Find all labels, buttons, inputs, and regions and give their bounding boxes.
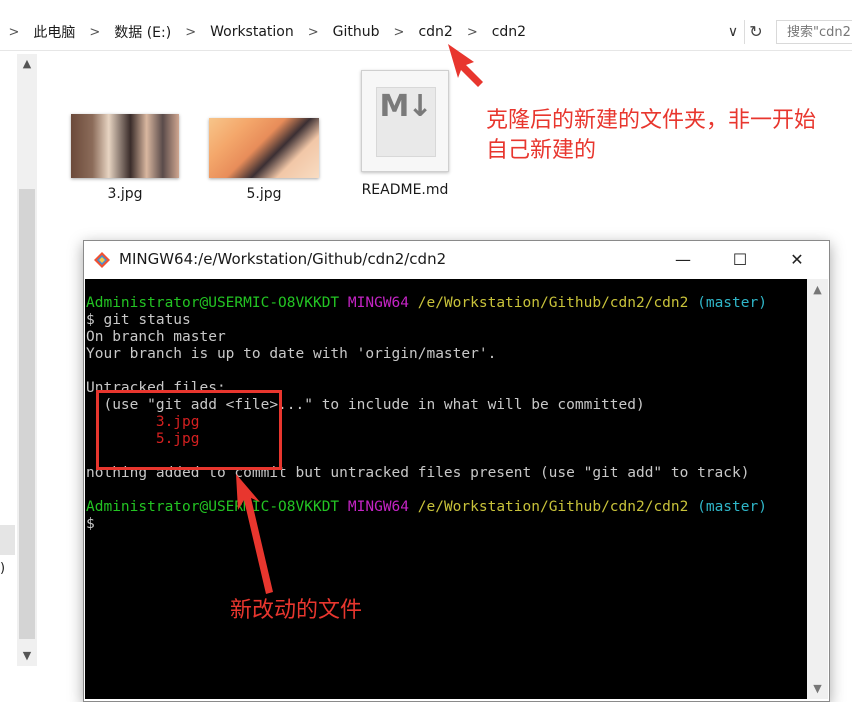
scroll-up-icon[interactable]: ▲ [17, 54, 37, 74]
terminal-scrollbar[interactable]: ▲ ▼ [807, 279, 828, 699]
image-thumbnail [71, 114, 179, 178]
minimize-button[interactable]: — [654, 241, 712, 278]
breadcrumb: > 此电脑 > 数据 (E:) > Workstation > Github >… [0, 20, 740, 44]
terminal-titlebar[interactable]: MINGW64:/e/Workstation/Github/cdn2/cdn2 … [84, 241, 829, 278]
breadcrumb-separator[interactable]: > [296, 25, 331, 40]
file-item-readme[interactable]: M↓ README.md [345, 70, 465, 198]
command-line: $ git status [86, 312, 191, 328]
terminal-output[interactable]: Administrator@USERMIC-O8VKKDT MINGW64 /e… [85, 279, 807, 699]
scroll-up-icon[interactable]: ▲ [807, 283, 828, 296]
search-input[interactable]: 搜索"cdn2" [776, 20, 852, 44]
file-name: 5.jpg [246, 186, 282, 202]
breadcrumb-item-cdn2-current[interactable]: cdn2 [490, 24, 528, 40]
file-item-5jpg[interactable]: 5.jpg [204, 118, 324, 202]
refresh-icon[interactable]: ↻ [744, 20, 767, 44]
address-history-dropdown[interactable]: ∨ [723, 22, 743, 42]
git-bash-icon [94, 252, 110, 268]
cursor-line: $ [86, 516, 95, 532]
scroll-down-icon[interactable]: ▼ [807, 682, 828, 695]
output-line: Your branch is up to date with 'origin/m… [86, 346, 497, 362]
highlight-box [96, 390, 282, 470]
close-button[interactable]: ✕ [768, 241, 826, 278]
file-name: README.md [361, 182, 449, 198]
breadcrumb-separator[interactable]: > [382, 25, 417, 40]
file-item-3jpg[interactable]: 3.jpg [65, 114, 185, 202]
breadcrumb-separator[interactable]: > [173, 25, 208, 40]
breadcrumb-item-cdn2[interactable]: cdn2 [416, 24, 454, 40]
breadcrumb-item-drive-e[interactable]: 数据 (E:) [112, 22, 173, 42]
markdown-file-icon: M↓ [361, 70, 449, 172]
annotation-changed-files-note: 新改动的文件 [230, 598, 363, 623]
annotation-clone-note: 克隆后的新建的文件夹，非一开始 自己新建的 [486, 108, 817, 163]
breadcrumb-item-workstation[interactable]: Workstation [208, 24, 296, 40]
breadcrumb-item-github[interactable]: Github [331, 24, 382, 40]
breadcrumb-separator[interactable]: > [6, 25, 31, 40]
nav-pane-scrollbar[interactable]: ▲ ▼ [17, 54, 37, 666]
address-bar: > 此电脑 > 数据 (E:) > Workstation > Github >… [0, 14, 852, 51]
breadcrumb-item-this-pc[interactable]: 此电脑 [31, 22, 77, 42]
breadcrumb-separator[interactable]: > [455, 25, 490, 40]
file-name: 3.jpg [107, 186, 143, 202]
terminal-title: MINGW64:/e/Workstation/Github/cdn2/cdn2 [119, 250, 447, 268]
markdown-mark: M↓ [379, 89, 433, 124]
scroll-down-icon[interactable]: ▼ [17, 646, 37, 666]
image-thumbnail [209, 118, 319, 178]
scroll-thumb[interactable] [19, 189, 35, 639]
terminal-window[interactable]: MINGW64:/e/Workstation/Github/cdn2/cdn2 … [83, 240, 830, 702]
breadcrumb-separator[interactable]: > [77, 25, 112, 40]
prompt-line: Administrator@USERMIC-O8VKKDT MINGW64 /e… [86, 295, 767, 311]
nav-pane-selected-item[interactable] [0, 525, 15, 555]
maximize-button[interactable]: ☐ [711, 241, 769, 278]
nav-pane-partial-text: ) [0, 561, 6, 576]
prompt-line: Administrator@USERMIC-O8VKKDT MINGW64 /e… [86, 499, 767, 515]
output-line: On branch master [86, 329, 226, 345]
